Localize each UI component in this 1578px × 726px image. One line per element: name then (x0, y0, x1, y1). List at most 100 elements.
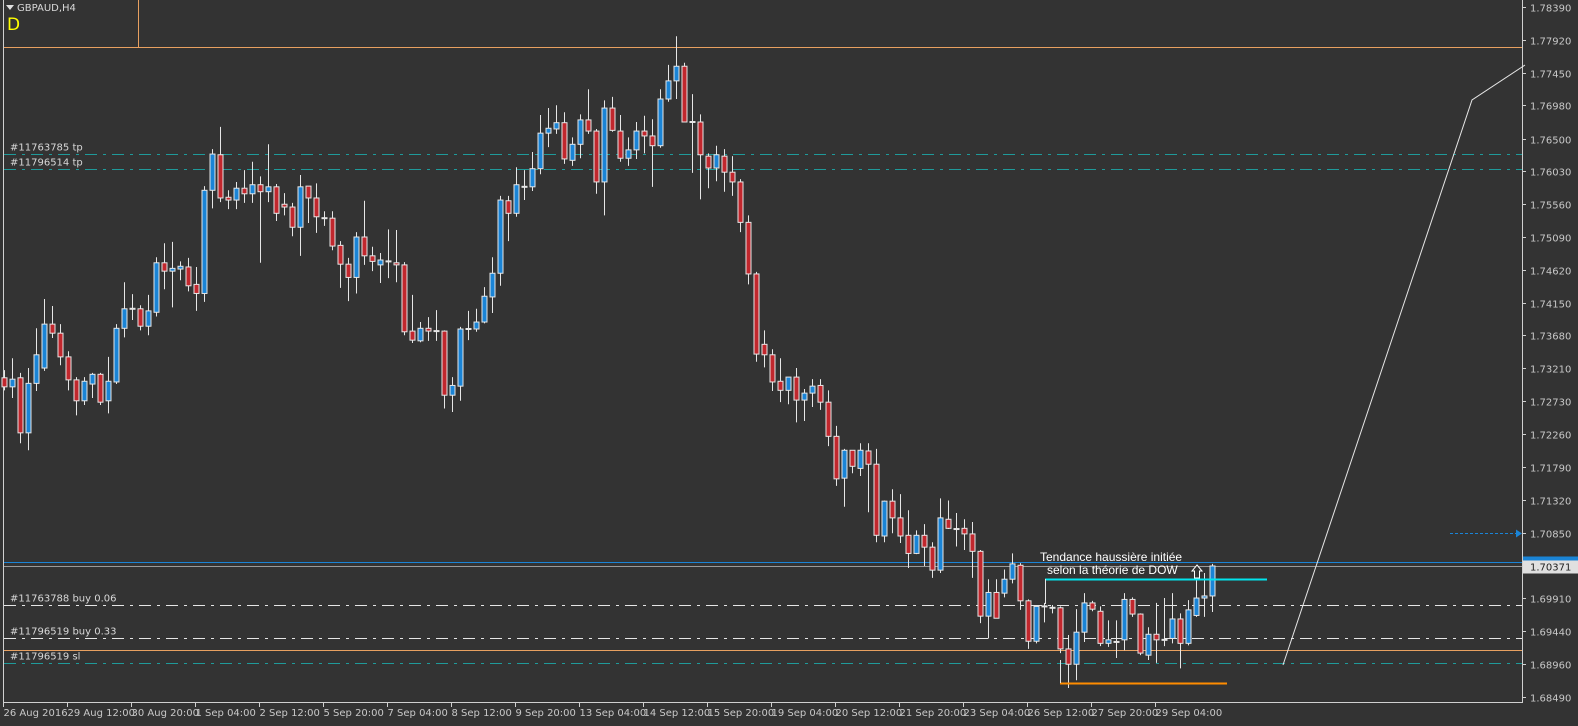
dropdown-triangle-icon (6, 5, 14, 10)
candle (121, 282, 128, 338)
time-axis[interactable]: 26 Aug 2016 29 Aug 12:0030 Aug 20:001 Sep… (3, 702, 1223, 719)
candle (545, 108, 552, 148)
candle (97, 372, 104, 405)
candle-body (257, 184, 264, 193)
time-tick-label: 26 Aug 2016 (4, 708, 68, 719)
candle (401, 262, 408, 336)
candle-body (513, 184, 520, 214)
price-chart[interactable]: #11763785 tp #11796514 tp #11763788 buy 0.… (0, 0, 1578, 726)
candle (1129, 597, 1136, 617)
candle-body (289, 206, 296, 228)
candle-body (1089, 602, 1096, 610)
candle (465, 310, 472, 341)
candle-body (81, 380, 88, 402)
candle (649, 119, 656, 187)
candle (225, 190, 232, 210)
candle-body (489, 272, 496, 298)
time-tick-label: 13 Sep 04:00 (580, 708, 647, 719)
candle-body (633, 130, 640, 151)
candle-body (969, 533, 976, 552)
candle (681, 62, 688, 123)
candle-body (553, 122, 560, 130)
price-tick-label: 1.75560 (1530, 201, 1571, 212)
candle (1105, 620, 1112, 647)
candle (1097, 606, 1104, 647)
candle (809, 379, 816, 408)
candle (873, 448, 880, 543)
candle-body (337, 244, 344, 265)
candle (233, 181, 240, 210)
candle (1065, 634, 1072, 688)
price-axis[interactable]: 1.78390 1.77920 1.77450 1.76980 1.76500 1.760… (1522, 4, 1578, 705)
candle-body (705, 155, 712, 169)
candle-body (281, 203, 288, 208)
candle-body (713, 154, 720, 169)
candle-body (1001, 578, 1008, 594)
candle-body (1009, 563, 1016, 580)
candle (569, 137, 576, 166)
time-tick-label: 2 Sep 12:00 (260, 708, 320, 719)
candle-body (145, 310, 152, 327)
candle-body (737, 181, 744, 223)
time-tick-label: 23 Sep 04:00 (964, 708, 1031, 719)
candle-body (769, 354, 776, 383)
candle (793, 368, 800, 423)
candle (777, 358, 784, 403)
candle-body (665, 80, 672, 100)
candle-body (913, 534, 920, 554)
candle (209, 149, 216, 209)
candle (81, 377, 88, 405)
candle (73, 377, 80, 416)
candle (361, 200, 368, 265)
symbol-label[interactable]: GBPAUD,H4 (6, 3, 76, 14)
candle-body (105, 380, 112, 402)
candle (617, 115, 624, 162)
candle-body (817, 384, 824, 403)
candle (337, 241, 344, 288)
order-line-label: #11796519 buy 0.33 (10, 627, 117, 638)
price-tick-label: 1.71320 (1530, 497, 1571, 508)
candle-body (417, 327, 424, 342)
time-tick-label: 1 Sep 04:00 (196, 708, 256, 719)
candle-body (1033, 605, 1040, 642)
candle-body (777, 380, 784, 391)
candle (497, 195, 504, 286)
candle (1017, 563, 1024, 610)
candle (985, 579, 992, 639)
candle-body (377, 259, 384, 266)
candle-body (1137, 613, 1144, 654)
candle-body (889, 500, 896, 519)
candle (1209, 563, 1216, 612)
candle-body (9, 378, 16, 388)
price-tick-label: 1.69910 (1530, 595, 1571, 606)
candle (457, 326, 464, 401)
price-tick-label: 1.71790 (1530, 464, 1571, 475)
candle-body (1065, 648, 1072, 665)
candle-body (441, 330, 448, 396)
candle (193, 266, 200, 311)
candle-body (233, 187, 240, 201)
candle-body (697, 121, 704, 156)
candle (1001, 569, 1008, 598)
candle-body (137, 308, 144, 327)
price-tick-label: 1.72260 (1530, 431, 1571, 442)
candle (889, 489, 896, 534)
order-line-label: #11763785 tp (10, 143, 83, 154)
candle (897, 494, 904, 543)
candle-body (201, 189, 208, 294)
candle-body (1193, 597, 1200, 616)
candle-body (473, 321, 480, 330)
alert-arrow[interactable] (1450, 529, 1522, 538)
candle (385, 229, 392, 279)
candle-body (833, 435, 840, 480)
candle-body (249, 184, 256, 195)
candle (761, 330, 768, 368)
candle (1169, 593, 1176, 644)
candle (969, 522, 976, 578)
candle-body (17, 377, 24, 434)
arrow-right-icon (1516, 529, 1522, 538)
candle (161, 243, 168, 290)
candle-body (561, 122, 568, 160)
annotation-line-1: Tendance haussière initiée (1040, 550, 1182, 564)
candle (737, 179, 744, 233)
